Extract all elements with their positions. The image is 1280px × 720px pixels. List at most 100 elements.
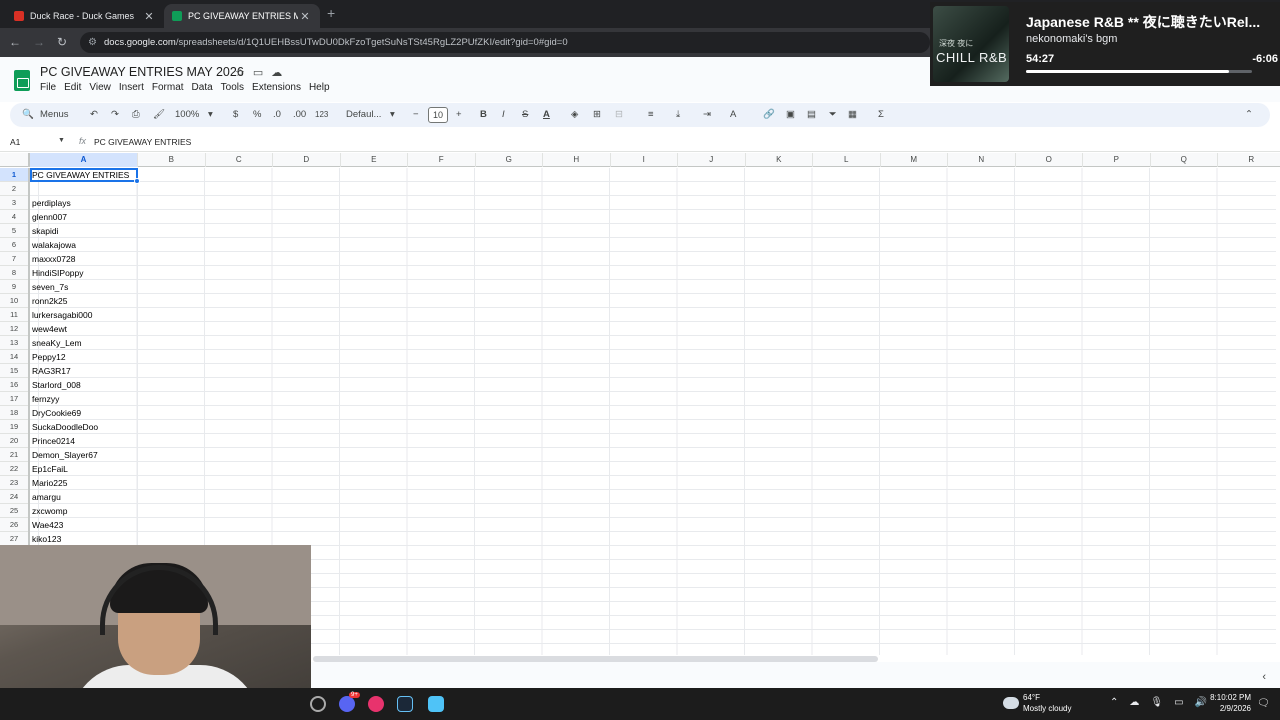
column-header-j[interactable]: J — [678, 153, 746, 167]
merge-cells-icon[interactable]: ⊟ — [615, 103, 623, 127]
tab-duck-race[interactable]: Duck Race - Duck Games ✕ — [6, 4, 164, 28]
tab-giveaway-sheet[interactable]: PC GIVEAWAY ENTRIES MAY 20 ✕ — [164, 4, 320, 28]
row-header[interactable]: 11 — [0, 308, 28, 322]
row-header[interactable]: 18 — [0, 406, 28, 420]
column-header-h[interactable]: H — [543, 153, 611, 167]
network-icon[interactable]: ▭ — [1174, 697, 1194, 708]
column-header-p[interactable]: P — [1083, 153, 1151, 167]
menu-view[interactable]: View — [89, 82, 111, 93]
fill-color-icon[interactable]: ◈ — [571, 103, 578, 127]
cell-a2[interactable] — [32, 182, 136, 196]
select-all-corner[interactable] — [0, 153, 30, 167]
row-header[interactable]: 5 — [0, 224, 28, 238]
row-header[interactable]: 19 — [0, 420, 28, 434]
row-header[interactable]: 21 — [0, 448, 28, 462]
cell-a8[interactable]: HindiSIPoppy — [32, 266, 136, 280]
address-bar[interactable]: ⚙ docs.google.com/spreadsheets/d/1Q1UEHB… — [80, 32, 930, 53]
row-header[interactable]: 6 — [0, 238, 28, 252]
undo-icon[interactable]: ↶ — [90, 103, 98, 127]
forward-icon[interactable]: → — [31, 34, 47, 50]
column-header-m[interactable]: M — [881, 153, 948, 167]
cell-a10[interactable]: ronn2k25 — [32, 294, 136, 308]
back-icon[interactable]: ← — [7, 34, 23, 50]
column-header-k[interactable]: K — [746, 153, 813, 167]
sheets-logo-icon[interactable] — [14, 70, 30, 91]
cell-a3[interactable]: perdiplays — [32, 196, 136, 210]
menu-data[interactable]: Data — [192, 82, 213, 93]
text-wrap-icon[interactable]: ⇥ — [703, 103, 711, 127]
new-tab-icon[interactable]: + — [327, 5, 335, 21]
row-header[interactable]: 20 — [0, 434, 28, 448]
column-header-f[interactable]: F — [408, 153, 476, 167]
reload-icon[interactable]: ↻ — [54, 34, 70, 50]
column-header-d[interactable]: D — [273, 153, 341, 167]
row-header[interactable]: 10 — [0, 294, 28, 308]
row-header[interactable]: 7 — [0, 252, 28, 266]
increase-decimal-button[interactable]: .00 — [293, 103, 306, 127]
column-header-b[interactable]: B — [138, 153, 206, 167]
row-header[interactable]: 22 — [0, 462, 28, 476]
cell-a26[interactable]: Wae423 — [32, 518, 136, 532]
column-header-l[interactable]: L — [813, 153, 881, 167]
menu-file[interactable]: File — [40, 82, 56, 93]
column-header-a[interactable]: A — [30, 153, 138, 167]
percent-button[interactable]: % — [253, 103, 261, 127]
track-progress-bar[interactable] — [1026, 70, 1252, 73]
row-header[interactable]: 24 — [0, 490, 28, 504]
cell-a4[interactable]: glenn007 — [32, 210, 136, 224]
formula-input[interactable]: PC GIVEAWAY ENTRIES — [94, 137, 191, 147]
cell-a16[interactable]: Starlord_008 — [32, 378, 136, 392]
cell-a24[interactable]: amargu — [32, 490, 136, 504]
row-header[interactable]: 13 — [0, 336, 28, 350]
cell-a27[interactable]: kiko123 — [32, 532, 136, 546]
print-icon[interactable]: ⎙ — [132, 103, 140, 127]
search-menus[interactable]: Menus — [40, 103, 69, 127]
row-header[interactable]: 3 — [0, 196, 28, 210]
active-cell-a1[interactable] — [30, 168, 140, 184]
close-tab-icon[interactable]: ✕ — [142, 10, 156, 23]
number-format-button[interactable]: 123 — [315, 103, 328, 127]
onedrive-icon[interactable]: ☁ — [1129, 697, 1150, 708]
search-menus-icon[interactable]: 🔍 — [22, 103, 34, 127]
cell-a17[interactable]: fernzyy — [32, 392, 136, 406]
row-header[interactable]: 12 — [0, 322, 28, 336]
horizontal-scrollbar[interactable] — [313, 656, 878, 662]
row-header[interactable]: 2 — [0, 182, 28, 196]
notepad-icon[interactable] — [428, 696, 444, 712]
insert-comment-icon[interactable]: ▣ — [786, 103, 795, 127]
column-header-r[interactable]: R — [1218, 153, 1280, 167]
cell-a13[interactable]: sneaKy_Lem — [32, 336, 136, 350]
zoom-select[interactable]: 100% — [175, 103, 199, 127]
row-header[interactable]: 23 — [0, 476, 28, 490]
insert-chart-icon[interactable]: ▤ — [807, 103, 816, 127]
row-header[interactable]: 1 — [0, 168, 28, 182]
row-header[interactable]: 26 — [0, 518, 28, 532]
row-header[interactable]: 16 — [0, 378, 28, 392]
cell-a11[interactable]: lurkersagabi000 — [32, 308, 136, 322]
bold-button[interactable]: B — [480, 103, 487, 127]
move-folder-icon[interactable]: ▭ — [253, 67, 271, 79]
steam-icon[interactable] — [397, 696, 413, 712]
chevron-left-icon[interactable]: ‹ — [1262, 671, 1266, 683]
cell-a22[interactable]: Ep1cFaiL — [32, 462, 136, 476]
align-vertical-icon[interactable]: ⤓ — [676, 103, 680, 127]
column-header-i[interactable]: I — [611, 153, 678, 167]
cell-a6[interactable]: walakajowa — [32, 238, 136, 252]
column-header-c[interactable]: C — [206, 153, 273, 167]
column-header-e[interactable]: E — [341, 153, 408, 167]
menu-insert[interactable]: Insert — [119, 82, 144, 93]
name-box[interactable]: A1 — [10, 137, 20, 147]
row-header[interactable]: 17 — [0, 392, 28, 406]
menu-help[interactable]: Help — [309, 82, 330, 93]
decrease-font-size-icon[interactable]: − — [413, 103, 419, 127]
close-tab-icon[interactable]: ✕ — [298, 10, 312, 23]
column-header-n[interactable]: N — [948, 153, 1016, 167]
column-header-q[interactable]: Q — [1151, 153, 1218, 167]
fill-handle[interactable] — [134, 178, 140, 184]
cell-a7[interactable]: maxxx0728 — [32, 252, 136, 266]
cell-a19[interactable]: SuckaDoodleDoo — [32, 420, 136, 434]
font-size-input[interactable]: 10 — [428, 107, 448, 123]
clock[interactable]: 8:10:02 PM 2/9/2026 — [1207, 692, 1251, 714]
discord-icon[interactable] — [339, 696, 355, 712]
star-icon[interactable]: ☆ — [235, 67, 253, 79]
